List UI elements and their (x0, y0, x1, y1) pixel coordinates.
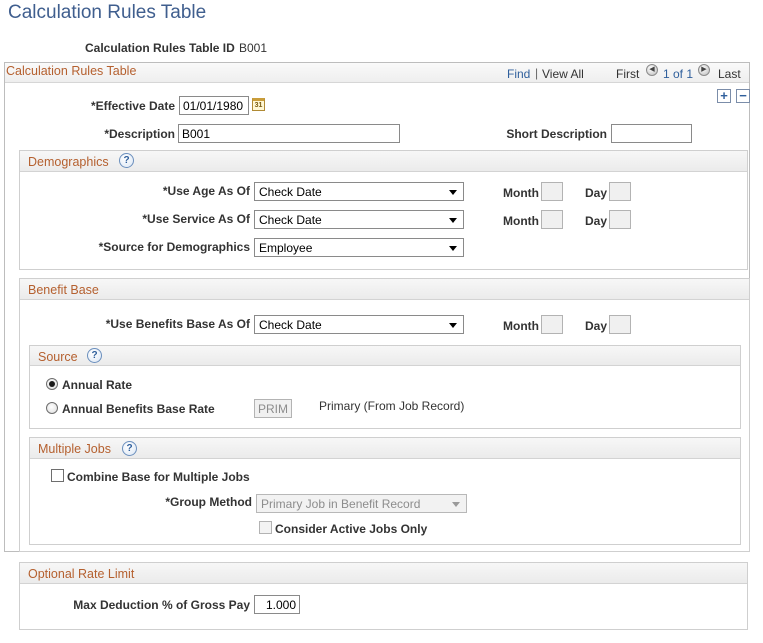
use-service-value: Check Date (259, 213, 322, 227)
use-age-day-label: Day (585, 186, 608, 200)
view-all-link[interactable]: View All (542, 67, 584, 81)
rate-code-description: Primary (From Job Record) (319, 399, 465, 413)
benefits-base-month-label: Month (503, 319, 539, 333)
source-help-icon[interactable]: ? (87, 348, 102, 363)
max-deduction-input[interactable] (254, 595, 300, 614)
find-link[interactable]: Find (507, 67, 530, 81)
chevron-down-icon (449, 190, 457, 195)
last-label: Last (718, 67, 741, 81)
previous-row-icon[interactable]: ◀ (646, 64, 658, 76)
source-title: Source (38, 350, 78, 364)
page-title: Calculation Rules Table (8, 2, 207, 23)
use-benefits-base-label: *Use Benefits Base As Of (105, 317, 250, 331)
benefit-base-header (20, 279, 749, 300)
use-age-select[interactable]: Check Date (254, 182, 464, 201)
combine-base-label: Combine Base for Multiple Jobs (67, 470, 250, 484)
nav-separator: | (535, 66, 539, 80)
annual-benefits-base-rate-label: Annual Benefits Base Rate (62, 402, 215, 416)
combine-base-checkbox[interactable] (51, 469, 64, 482)
use-service-day-label: Day (585, 214, 608, 228)
chevron-down-icon (449, 246, 457, 251)
multiple-jobs-help-icon[interactable]: ? (122, 441, 137, 456)
chevron-down-icon (452, 502, 460, 507)
optional-rate-limit-title: Optional Rate Limit (28, 567, 135, 581)
group-method-label: *Group Method (165, 495, 252, 509)
first-label: First (616, 67, 640, 81)
use-service-month-input[interactable] (541, 210, 563, 229)
use-service-month-label: Month (503, 214, 539, 228)
effective-date-label: *Effective Date (90, 99, 175, 113)
grid-title: Calculation Rules Table (6, 64, 137, 78)
use-service-label: *Use Service As Of (142, 212, 250, 226)
effective-date-input[interactable] (179, 96, 249, 115)
demographics-help-icon[interactable]: ? (119, 153, 134, 168)
benefits-base-day-input[interactable] (609, 315, 631, 334)
short-description-label: Short Description (506, 127, 607, 141)
use-service-day-input[interactable] (609, 210, 631, 229)
benefits-base-month-input[interactable] (541, 315, 563, 334)
calc-rules-id-value: B001 (239, 41, 268, 55)
multiple-jobs-title: Multiple Jobs (38, 442, 111, 456)
chevron-down-icon (449, 218, 457, 223)
description-input[interactable] (178, 124, 400, 143)
calendar-icon[interactable]: 31 (252, 98, 265, 111)
use-service-select[interactable]: Check Date (254, 210, 464, 229)
source-demographics-select[interactable]: Employee (254, 238, 464, 257)
group-method-value: Primary Job in Benefit Record (261, 497, 421, 511)
short-description-input[interactable] (611, 124, 692, 143)
calc-rules-id-label: Calculation Rules Table ID (85, 41, 235, 55)
rate-code-input[interactable] (254, 399, 292, 418)
use-age-day-input[interactable] (609, 182, 631, 201)
annual-rate-radio[interactable] (46, 378, 58, 390)
use-benefits-base-select[interactable]: Check Date (254, 315, 464, 334)
demographics-title: Demographics (28, 155, 109, 169)
active-jobs-only-checkbox[interactable] (259, 521, 272, 534)
annual-benefits-base-rate-radio[interactable] (46, 402, 58, 414)
max-deduction-label: Max Deduction % of Gross Pay (73, 598, 250, 612)
active-jobs-only-label: Consider Active Jobs Only (275, 522, 428, 536)
source-demographics-label: *Source for Demographics (98, 240, 250, 254)
description-label: *Description (104, 127, 175, 141)
use-benefits-base-value: Check Date (259, 318, 322, 332)
chevron-down-icon (449, 323, 457, 328)
group-method-select[interactable]: Primary Job in Benefit Record (256, 494, 467, 513)
benefits-base-day-label: Day (585, 319, 608, 333)
add-row-icon[interactable]: + (717, 89, 731, 103)
use-age-month-input[interactable] (541, 182, 563, 201)
next-row-icon[interactable]: ▶ (698, 64, 710, 76)
benefit-base-title: Benefit Base (28, 283, 99, 297)
source-header (30, 346, 740, 366)
source-demographics-value: Employee (259, 241, 313, 255)
row-counter: 1 of 1 (663, 67, 694, 81)
use-age-label: *Use Age As Of (162, 184, 250, 198)
annual-rate-label: Annual Rate (62, 378, 133, 392)
use-age-month-label: Month (503, 186, 539, 200)
delete-row-icon[interactable]: − (736, 89, 750, 103)
use-age-value: Check Date (259, 185, 322, 199)
